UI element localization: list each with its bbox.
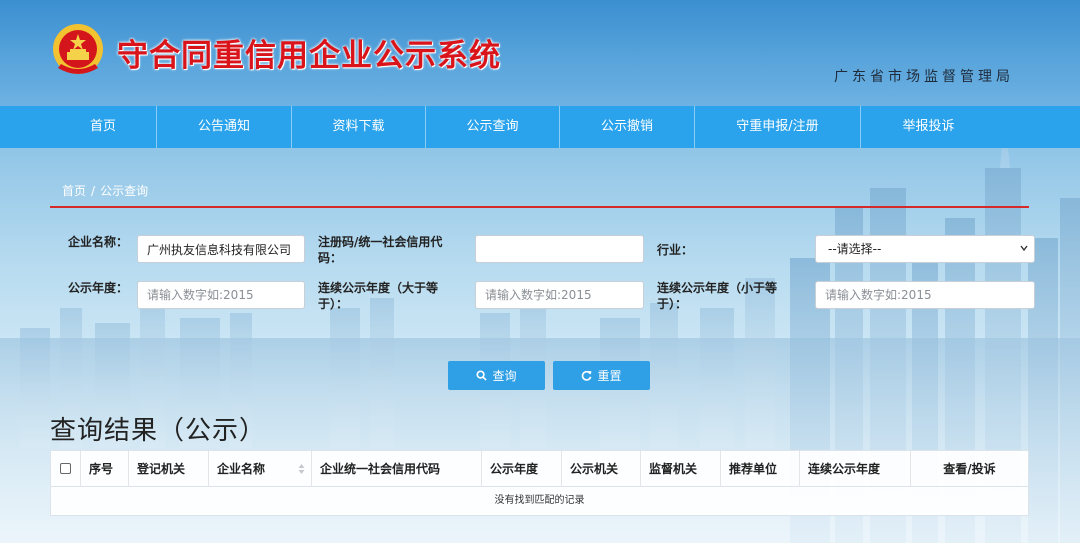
- consecutive-max-input[interactable]: [815, 281, 1035, 309]
- company-name-input[interactable]: [137, 235, 305, 263]
- breadcrumb: 首页 / 公示查询: [62, 182, 148, 199]
- section-divider: [50, 206, 1029, 208]
- nav-item-apply-register[interactable]: 守重申报/注册: [695, 106, 861, 148]
- breadcrumb-separator: /: [91, 184, 96, 198]
- nav-item-complaints[interactable]: 举报投诉: [861, 106, 996, 148]
- empty-result-message: 没有找到匹配的记录: [494, 495, 585, 506]
- results-table: 序号 登记机关 企业名称 企业统一社会信用代码 公示年度 公示机关 监督机关 推…: [50, 450, 1029, 516]
- nav-item-public-query[interactable]: 公示查询: [426, 106, 560, 148]
- column-header-credit-code: 企业统一社会信用代码: [312, 451, 482, 487]
- credit-code-label: 注册码/统一社会信用代码：: [318, 235, 443, 265]
- main-nav: 首页 公告通知 资料下载 公示查询 公示撤销 守重申报/注册 举报投诉: [0, 106, 1080, 148]
- industry-select-value: --请选择--: [828, 242, 882, 256]
- site-title: 守合同重信用企业公示系统: [117, 38, 501, 74]
- search-button[interactable]: 查询: [448, 361, 545, 390]
- column-header-company-name-label: 企业名称: [217, 462, 266, 476]
- authority-name: 广东省市场监督管理局: [834, 69, 1014, 85]
- sort-icon: [298, 464, 305, 474]
- nav-item-downloads[interactable]: 资料下载: [292, 106, 426, 148]
- credit-code-input[interactable]: [475, 235, 644, 263]
- industry-select[interactable]: --请选择--: [815, 235, 1035, 263]
- national-emblem-icon: [53, 24, 103, 74]
- column-header-consecutive-years: 连续公示年度: [800, 451, 911, 487]
- column-header-view-complaint: 查看/投诉: [943, 462, 996, 476]
- select-all-checkbox[interactable]: [60, 463, 71, 474]
- consecutive-min-label: 连续公示年度（大于等于）：: [318, 281, 439, 311]
- search-icon: [476, 370, 488, 381]
- column-header-index: 序号: [81, 451, 129, 487]
- consecutive-min-input[interactable]: [475, 281, 644, 309]
- nav-item-announcements[interactable]: 公告通知: [157, 106, 292, 148]
- breadcrumb-current: 公示查询: [100, 184, 149, 198]
- year-input[interactable]: [137, 281, 305, 309]
- results-title: 查询结果（公示）: [50, 416, 267, 446]
- refresh-icon: [582, 370, 593, 381]
- site-header: 守合同重信用企业公示系统 广东省市场监督管理局: [0, 0, 1080, 106]
- industry-label: 行业：: [657, 243, 694, 257]
- reset-button[interactable]: 重置: [553, 361, 650, 390]
- column-header-supervisory-authority: 监督机关: [641, 451, 721, 487]
- year-label: 公示年度：: [68, 281, 129, 295]
- chevron-down-icon: [1020, 245, 1028, 252]
- reset-button-label: 重置: [597, 369, 622, 383]
- breadcrumb-home-link[interactable]: 首页: [62, 184, 86, 198]
- select-all-cell: [51, 451, 81, 487]
- table-header-row: 序号 登记机关 企业名称 企业统一社会信用代码 公示年度 公示机关 监督机关 推…: [51, 451, 1028, 487]
- column-header-public-year: 公示年度: [482, 451, 562, 487]
- company-name-label: 企业名称：: [68, 235, 129, 249]
- search-button-label: 查询: [492, 369, 517, 383]
- column-header-recommending-unit: 推荐单位: [721, 451, 800, 487]
- nav-item-home[interactable]: 首页: [50, 106, 157, 148]
- consecutive-max-label: 连续公示年度（小于等于）：: [657, 281, 778, 311]
- column-header-registration-authority: 登记机关: [129, 451, 209, 487]
- column-header-company-name[interactable]: 企业名称: [209, 451, 312, 487]
- nav-item-public-revoke[interactable]: 公示撤销: [560, 106, 695, 148]
- column-header-public-authority: 公示机关: [562, 451, 641, 487]
